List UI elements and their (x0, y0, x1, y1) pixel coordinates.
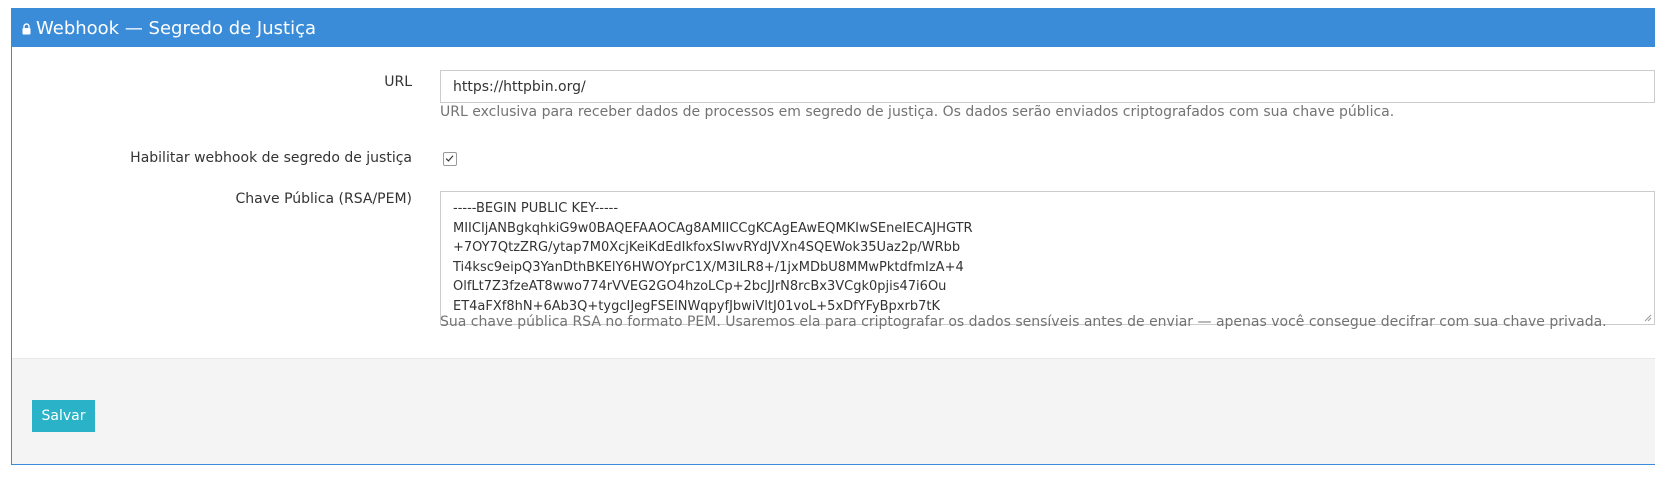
url-label: URL (384, 74, 412, 90)
public-key-label: Chave Pública (RSA/PEM) (235, 191, 413, 207)
public-key-help-text: Sua chave pública RSA no formato PEM. Us… (440, 314, 1607, 330)
panel-title: Webhook — Segredo de Justiça (36, 17, 317, 39)
public-key-line: MIICIjANBgkqhkiG9w0BAQEFAAOCAg8AMIICCgKC… (453, 220, 973, 236)
public-key-line: Ti4ksc9eipQ3YanDthBKElY6HWOYprC1X/M3ILR8… (453, 259, 964, 275)
resize-grip-icon[interactable] (1644, 314, 1652, 322)
url-input-value: https://httpbin.org/ (453, 78, 586, 95)
webhook-panel: Webhook — Segredo de Justiça URL https:/… (11, 8, 1655, 465)
panel-header: Webhook — Segredo de Justiça (12, 9, 1655, 47)
panel-footer: Salvar (12, 358, 1655, 464)
url-input[interactable]: https://httpbin.org/ (440, 70, 1655, 103)
public-key-line: -----BEGIN PUBLIC KEY----- (453, 201, 619, 216)
public-key-line: OlfLt7Z3fzeAT8wwo774rVVEG2GO4hzoLCp+2bcJ… (453, 279, 947, 294)
public-key-textarea[interactable]: -----BEGIN PUBLIC KEY----- MIICIjANBgkqh… (440, 191, 1655, 325)
save-button[interactable]: Salvar (32, 400, 95, 432)
lock-icon (22, 23, 31, 35)
public-key-line: +7OY7QtzZRG/ytap7M0XcjKeiKdEdIkfoxSIwvRY… (453, 240, 961, 255)
checkmark-icon (445, 155, 454, 162)
enable-webhook-label: Habilitar webhook de segredo de justiça (130, 150, 412, 166)
url-help-text: URL exclusiva para receber dados de proc… (440, 104, 1395, 120)
enable-webhook-checkbox[interactable] (443, 152, 457, 166)
